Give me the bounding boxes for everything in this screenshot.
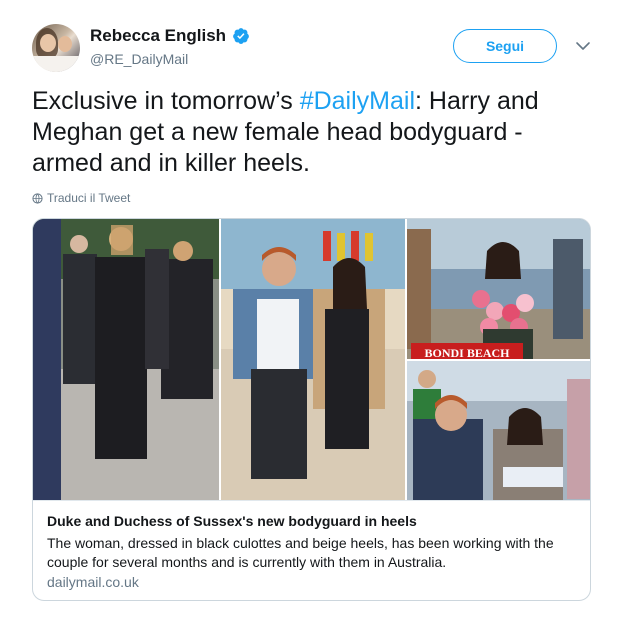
card-image: BONDI BEACH [33, 219, 590, 500]
translate-label: Traduci il Tweet [47, 191, 131, 205]
follow-button[interactable]: Segui [453, 29, 557, 63]
verified-badge-icon [233, 28, 249, 44]
translate-tweet-link[interactable]: Traduci il Tweet [32, 191, 130, 205]
tweet-text-start: Exclusive in tomorrow’s [32, 87, 300, 115]
display-name[interactable]: Rebecca English [90, 26, 226, 46]
hashtag-link[interactable]: #DailyMail [300, 87, 415, 115]
card-domain: dailymail.co.uk [47, 574, 139, 590]
tweet: Rebecca English @RE_DailyMail Segui Excl… [0, 0, 626, 618]
avatar[interactable] [32, 24, 80, 72]
chevron-down-icon[interactable] [575, 40, 591, 52]
card-body: Duke and Duchess of Sussex's new bodygua… [33, 500, 590, 600]
globe-icon [32, 192, 43, 204]
tweet-text: Exclusive in tomorrow’s #DailyMail: Harr… [32, 86, 592, 179]
handle[interactable]: @RE_DailyMail [90, 51, 188, 67]
author-row: Rebecca English [90, 26, 250, 46]
card-description: The woman, dressed in black culottes and… [47, 535, 554, 570]
card-title: Duke and Duchess of Sussex's new bodygua… [47, 513, 417, 529]
card-image-caption: BONDI BEACH [424, 346, 510, 360]
link-preview-card[interactable]: BONDI BEACH Duke and Duchess of Sussex's… [32, 218, 591, 601]
